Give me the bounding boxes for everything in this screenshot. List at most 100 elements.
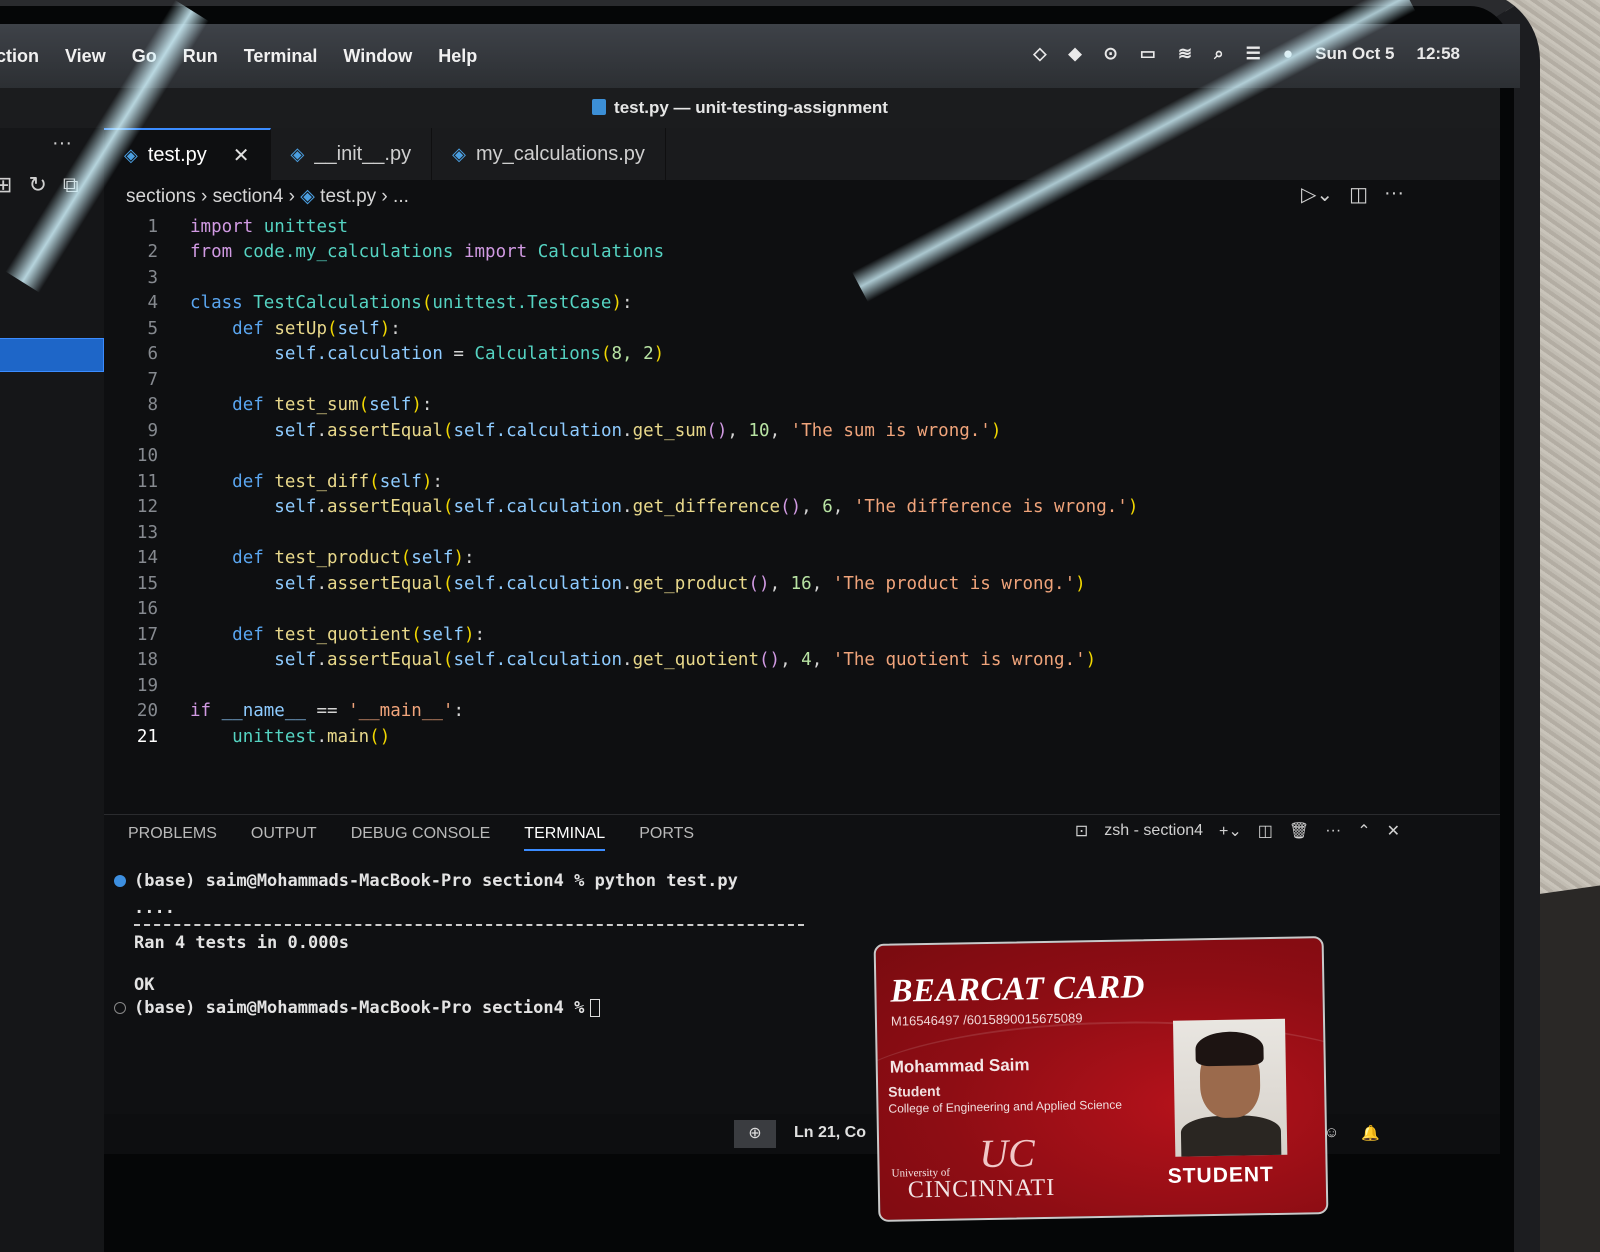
diamond-icon[interactable]: ◆ xyxy=(1068,44,1081,64)
card-holder-name: Mohammad Saim xyxy=(889,1055,1030,1077)
battery-icon[interactable]: ▭ xyxy=(1140,44,1156,64)
tab-ports[interactable]: PORTS xyxy=(639,825,694,851)
code-line: 5 def setUp(self): xyxy=(104,316,1500,342)
terminal-text: (base) saim@Mohammads-MacBook-Pro sectio… xyxy=(134,997,585,1018)
python-icon: ◈ xyxy=(452,143,466,164)
code-line: 3 xyxy=(104,265,1500,291)
code-line: 2 from code.my_calculations import Calcul… xyxy=(104,240,1500,266)
terminal-output[interactable]: (base) saim@Mohammads-MacBook-Pro sectio… xyxy=(114,867,804,1021)
sidebar: ··· ⊞ ↻ ⧉ xyxy=(0,128,104,1252)
panel-actions: ⊡ zsh - section4 +⌄ ◫ 🗑 ··· ⌃ ✕ xyxy=(1075,821,1400,841)
terminal-line: (base) saim@Mohammads-MacBook-Pro sectio… xyxy=(114,867,804,894)
add-terminal-icon[interactable]: +⌄ xyxy=(1219,821,1242,841)
split-editor-icon[interactable]: ◫ xyxy=(1349,182,1368,207)
menu-view[interactable]: View xyxy=(65,46,106,67)
card-photo xyxy=(1172,1018,1288,1157)
more-icon[interactable]: ··· xyxy=(52,132,72,155)
code-token: Calculations xyxy=(537,242,665,263)
code-line: 12 self.assertEqual(self.calculation.get… xyxy=(104,495,1500,521)
close-panel-icon[interactable]: ✕ xyxy=(1387,821,1400,841)
tab-label: __init__.py xyxy=(314,142,412,165)
code-token: test_quotient xyxy=(274,624,412,645)
student-id-card: BEARCAT CARD M16546497 /6015890015675089… xyxy=(873,936,1329,1222)
code-token: get_product xyxy=(632,573,749,594)
run-icon[interactable]: ▷⌄ xyxy=(1301,182,1333,207)
split-terminal-icon[interactable]: ◫ xyxy=(1258,821,1273,841)
editor-tabs: ◈ test.py ✕ ◈ __init__.py ◈ my_calculati… xyxy=(104,128,1500,180)
menu-help[interactable]: Help xyxy=(438,46,477,67)
code-token: 4 xyxy=(801,650,812,671)
code-token: get_difference xyxy=(632,497,781,518)
card-badge: STUDENT xyxy=(1167,1162,1275,1188)
code-token: 'The quotient is wrong.' xyxy=(832,650,1086,671)
photo-body xyxy=(1180,1114,1282,1157)
bell-icon[interactable]: 🔔 xyxy=(1361,1124,1380,1142)
panel-tabs: PROBLEMS OUTPUT DEBUG CONSOLE TERMINAL P… xyxy=(128,825,694,851)
python-icon: ◈ xyxy=(290,143,305,164)
code-line: 6 self.calculation = Calculations(8, 2) xyxy=(104,342,1500,368)
terminal-text: .... xyxy=(134,897,175,918)
line-number: 5 xyxy=(147,318,158,339)
code-token: 'The sum is wrong.' xyxy=(790,420,991,441)
breadcrumb-more[interactable]: ... xyxy=(393,186,409,207)
code-token: TestCalculations xyxy=(253,293,422,314)
tab-terminal[interactable]: TERMINAL xyxy=(524,825,606,851)
tab-debug-console[interactable]: DEBUG CONSOLE xyxy=(351,825,491,851)
code-line: 18 self.assertEqual(self.calculation.get… xyxy=(104,648,1500,674)
tab-problems[interactable]: PROBLEMS xyxy=(128,825,217,851)
code-token: get_quotient xyxy=(632,650,760,671)
editor-actions: ▷⌄ ◫ ··· xyxy=(1301,182,1404,207)
more-icon[interactable]: ··· xyxy=(1325,822,1341,840)
tab-output[interactable]: OUTPUT xyxy=(251,825,317,851)
prompt-dot-icon xyxy=(114,1001,126,1014)
breadcrumb-sections[interactable]: sections xyxy=(126,186,196,207)
terminal-text: OK xyxy=(134,975,155,995)
tab-my-calculations-py[interactable]: ◈ my_calculations.py xyxy=(432,128,666,180)
document-icon xyxy=(592,99,607,115)
code-token: test_product xyxy=(274,548,401,569)
code-line: 16 xyxy=(104,597,1500,623)
code-line: 13 xyxy=(104,520,1500,546)
play-circle-icon[interactable]: ⊙ xyxy=(1104,44,1118,64)
window-titlebar: test.py — unit-testing-assignment xyxy=(0,88,1500,128)
close-icon[interactable]: ✕ xyxy=(233,143,250,168)
code-token: get_sum xyxy=(632,420,707,441)
trash-icon[interactable]: 🗑 xyxy=(1289,821,1309,841)
code-token: import xyxy=(190,216,254,237)
tab-label: my_calculations.py xyxy=(475,142,645,165)
menu-window[interactable]: Window xyxy=(343,46,412,67)
search-icon[interactable]: ⌕ xyxy=(1214,44,1224,64)
new-folder-icon[interactable]: ⊞ xyxy=(0,172,12,198)
cursor-position[interactable]: Ln 21, Co xyxy=(794,1124,866,1142)
code-token: setUp xyxy=(274,318,327,339)
eye-icon[interactable]: ◇ xyxy=(1033,44,1046,64)
tab-init-py[interactable]: ◈ __init__.py xyxy=(271,128,433,180)
shell-name[interactable]: zsh - section4 xyxy=(1104,822,1203,840)
line-number: 7 xyxy=(147,369,158,390)
wifi-icon[interactable]: ≋ xyxy=(1178,44,1192,64)
line-number: 2 xyxy=(147,242,158,263)
code-token: test_sum xyxy=(274,395,359,416)
menu-terminal[interactable]: Terminal xyxy=(244,46,318,67)
terminal-line: .... xyxy=(114,894,804,921)
code-line: 8 def test_sum(self): xyxy=(104,393,1500,419)
zoom-icon[interactable]: ⊕ xyxy=(734,1120,776,1148)
code-editor[interactable]: 1 import unittest 2 from code.my_calculati… xyxy=(104,214,1500,814)
sidebar-selected-item[interactable] xyxy=(0,338,104,372)
more-actions-icon[interactable]: ··· xyxy=(1384,182,1404,207)
code-token: import xyxy=(463,242,528,263)
code-line: 17 def test_quotient(self): xyxy=(104,622,1500,648)
breadcrumb-section4[interactable]: section4 xyxy=(213,186,284,207)
breadcrumb-file[interactable]: test.py xyxy=(320,186,376,207)
line-number: 4 xyxy=(147,293,158,314)
code-line: 7 xyxy=(104,367,1500,393)
python-icon: ◈ xyxy=(300,186,315,207)
line-number: 16 xyxy=(136,599,158,620)
menu-selection[interactable]: ction xyxy=(0,46,39,67)
refresh-icon[interactable]: ↻ xyxy=(28,172,46,198)
menubar-time[interactable]: 12:58 xyxy=(1417,44,1460,64)
line-number: 1 xyxy=(147,216,158,237)
line-number: 6 xyxy=(147,344,158,365)
maximize-icon[interactable]: ⌃ xyxy=(1357,821,1370,841)
card-title: BEARCAT CARD xyxy=(890,969,1146,1010)
